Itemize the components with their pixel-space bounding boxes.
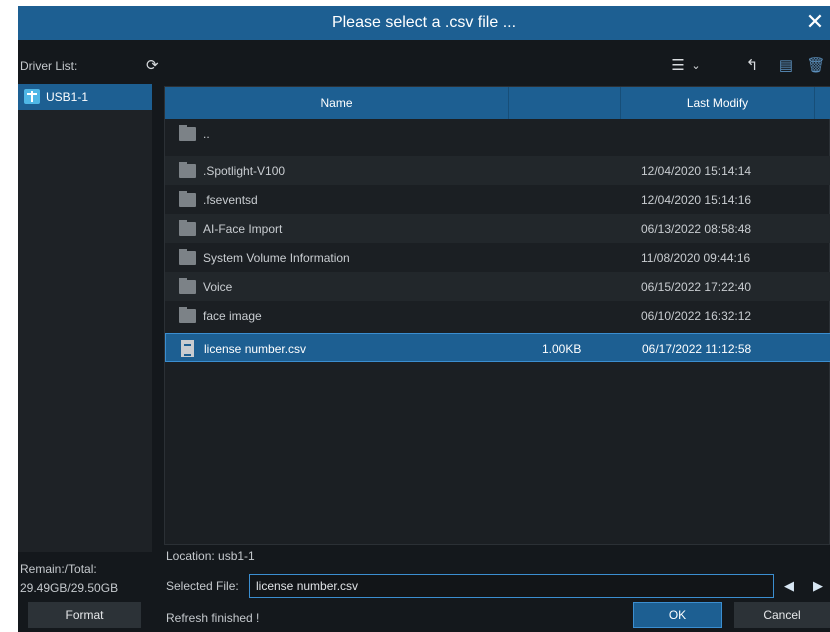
file-name: ..: [203, 127, 210, 141]
file-row[interactable]: System Volume Information 11/08/2020 09:…: [165, 243, 830, 272]
file-row[interactable]: face image 06/10/2022 16:32:12: [165, 301, 830, 330]
column-header-last-modify[interactable]: Last Modify: [621, 87, 815, 119]
file-date: 06/17/2022 11:12:58: [642, 342, 752, 356]
driver-item-label: USB1-1: [46, 90, 89, 104]
refresh-icon[interactable]: ⟳: [146, 58, 162, 74]
file-name: AI-Face Import: [203, 222, 283, 236]
folder-icon: [179, 220, 196, 236]
file-row[interactable]: AI-Face Import 06/13/2022 08:58:48: [165, 214, 830, 243]
file-date: 06/10/2022 16:32:12: [641, 309, 752, 323]
file-list: Name Last Modify .. .Spotlight-V100 12/0…: [164, 86, 830, 545]
folder-icon: [179, 249, 196, 265]
ok-button[interactable]: OK: [633, 602, 722, 628]
file-date: 06/15/2022 17:22:40: [641, 280, 752, 294]
usb-icon: [24, 89, 40, 104]
chevron-down-icon[interactable]: ⌄: [686, 56, 706, 76]
cancel-button[interactable]: Cancel: [734, 602, 830, 628]
remain-total-value: 29.49GB/29.50GB: [20, 581, 119, 595]
column-header-size[interactable]: [509, 87, 621, 119]
close-icon[interactable]: ✕: [804, 10, 826, 34]
folder-icon: [179, 162, 196, 178]
selected-file-label: Selected File:: [166, 579, 239, 593]
file-name: Voice: [203, 280, 233, 294]
column-header-name[interactable]: Name: [165, 87, 509, 119]
file-date: 12/04/2020 15:14:14: [641, 164, 752, 178]
file-row-selected[interactable]: license number.csv 1.00KB 06/17/2022 11:…: [165, 333, 830, 362]
folder-icon: [179, 307, 196, 323]
title-bar: Please select a .csv file ... ✕: [18, 6, 830, 40]
back-icon[interactable]: ↰: [742, 56, 762, 76]
file-name: license number.csv: [204, 342, 307, 356]
file-select-dialog: Please select a .csv file ... ✕ Driver L…: [18, 6, 830, 632]
folder-icon: [179, 125, 196, 141]
dialog-title: Please select a .csv file ...: [331, 14, 517, 31]
remain-total-label: Remain:/Total:: [20, 562, 97, 576]
prev-arrow-icon[interactable]: ◀: [781, 577, 797, 595]
csv-file-icon: [181, 340, 194, 357]
selected-file-input[interactable]: [249, 574, 774, 598]
file-row[interactable]: .Spotlight-V100 12/04/2020 15:14:14: [165, 156, 830, 185]
driver-item-usb1-1[interactable]: USB1-1: [18, 84, 152, 110]
file-name: System Volume Information: [203, 251, 350, 265]
file-list-header: Name Last Modify: [165, 87, 830, 119]
status-message: Refresh finished !: [166, 611, 260, 625]
file-name: face image: [203, 309, 262, 323]
driver-list: USB1-1: [18, 84, 152, 552]
file-name: .fseventsd: [203, 193, 258, 207]
file-date: 12/04/2020 15:14:16: [641, 193, 752, 207]
file-row[interactable]: Voice 06/15/2022 17:22:40: [165, 272, 830, 301]
folder-icon: [179, 191, 196, 207]
format-button[interactable]: Format: [28, 602, 141, 628]
list-view-icon[interactable]: ☰: [668, 56, 688, 76]
file-row[interactable]: ..: [165, 119, 830, 148]
location-path: Location: usb1-1: [166, 549, 255, 563]
file-size: 1.00KB: [542, 342, 582, 356]
delete-icon[interactable]: 🗑: [806, 56, 826, 76]
file-name: .Spotlight-V100: [203, 164, 286, 178]
file-date: 11/08/2020 09:44:16: [641, 251, 751, 265]
next-arrow-icon[interactable]: ▶: [810, 577, 826, 595]
file-row[interactable]: .fseventsd 12/04/2020 15:14:16: [165, 185, 830, 214]
folder-icon: [179, 278, 196, 294]
file-date: 06/13/2022 08:58:48: [641, 222, 752, 236]
driver-list-label: Driver List:: [20, 59, 78, 73]
new-folder-icon[interactable]: ▤: [776, 56, 796, 76]
